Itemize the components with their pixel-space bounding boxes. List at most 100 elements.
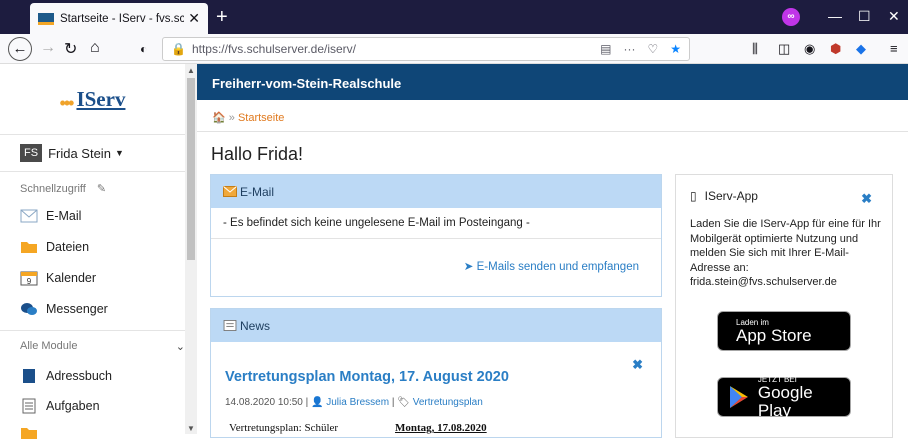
lock-icon: 🔒 [171,42,186,56]
url-text: https://fvs.schulserver.de/iserv/ [191,42,357,56]
tasks-icon [22,398,36,414]
scrollbar-thumb[interactable] [187,78,195,260]
sidebar: ••• IServ ▲ ▼ FS Frida Stein ▼ Schnellzu… [0,64,197,439]
news-panel-title: News [240,318,271,333]
sidebar-item-label: Adressbuch [46,369,113,383]
email-panel: E-Mail - Es befindet sich keine ungelese… [210,174,662,297]
quick-access-label: Schnellzugriff [20,183,86,195]
sidebar-item-files[interactable]: Dateien [20,239,89,255]
pocket-icon[interactable]: ♡ [647,42,658,56]
pencil-icon[interactable]: ✎ [97,183,106,195]
home-icon[interactable]: 🏠 [212,112,226,124]
app-store-button[interactable]: Laden im App Store [717,311,851,351]
url-bar[interactable]: 🔒 https://fvs.schulserver.de/iserv/ ▤ ··… [162,37,690,61]
sidebar-item-addressbook[interactable]: Adressbuch [20,368,112,384]
folder-icon [21,428,37,439]
library-icon[interactable]: ⫼ [752,41,758,57]
svg-text:9: 9 [27,277,32,286]
page-title: Hallo Frida! [211,144,304,164]
email-panel-title: E-Mail [240,184,275,199]
browser-toolbar: ← → ↻ ⌂ ◐ 🔒 https://fvs.schulserver.de/i… [0,34,908,64]
paper-plane-icon: ➤ [463,261,474,273]
app-store-main: App Store [736,325,812,345]
sidebar-item-tasks[interactable]: Aufgaben [20,398,100,414]
google-play-main: Google Play [757,382,813,420]
scroll-up-icon[interactable]: ▲ [187,66,195,75]
google-play-icon [729,386,748,408]
iserv-favicon-icon [38,12,54,25]
sidebar-item-calendar[interactable]: 9 Kalender [20,270,96,286]
email-status: - Es befindet sich keine ungelesene E-Ma… [211,208,661,239]
new-tab-icon[interactable]: + [216,6,228,29]
forward-icon[interactable]: → [40,39,56,57]
news-author[interactable]: Julia Bressem [326,397,389,408]
close-app-panel-icon[interactable]: ✖ [861,191,872,207]
sidebar-item-partial[interactable] [20,426,46,442]
divider [0,330,185,331]
folder-icon [21,242,37,253]
sidebar-item-label: Aufgaben [46,399,100,413]
iserv-logo[interactable]: ••• IServ [0,64,185,134]
mail-icon [20,209,38,223]
user-menu[interactable]: FS Frida Stein ▼ [0,134,185,172]
sidebar-item-label: Messenger [46,302,108,316]
page: ••• IServ ▲ ▼ FS Frida Stein ▼ Schnellzu… [0,64,908,439]
tab-title: Startseite - IServ - fvs.schulserver [60,12,185,25]
home-icon[interactable]: ⌂ [90,39,100,57]
scroll-down-icon[interactable]: ▼ [187,424,195,433]
app-panel-header: ▯ IServ-App [690,189,758,203]
news-category[interactable]: Vertretungsplan [413,397,483,408]
browser-titlebar: Startseite - IServ - fvs.schulserver ✕ +… [0,0,908,34]
caret-down-icon: ▼ [114,148,124,158]
minimize-icon[interactable]: — [828,8,842,24]
reload-icon[interactable]: ↻ [64,39,77,59]
sidebar-toggle-icon[interactable]: ◫ [778,41,790,57]
sidebar-item-label: Dateien [46,240,90,254]
news-date: 14.08.2020 10:50 [225,397,303,408]
app-panel-text: Laden Sie die IServ-App für eine für Ihr… [690,218,881,288]
breadcrumb-startseite[interactable]: Startseite [238,112,284,124]
tag-icon: 🏷 [397,397,410,408]
news-panel: News ✖ Vertretungsplan Montag, 17. Augus… [210,308,662,438]
mobile-phone-icon: ▯ [690,189,697,203]
envelope-icon [223,186,237,197]
send-receive-email-link[interactable]: ➤ E-Mails senden und empfangen [464,259,639,273]
page-actions-icon[interactable]: ··· [623,42,635,56]
calendar-icon: 9 [20,271,38,286]
menu-icon[interactable]: ≡ [890,41,898,56]
back-icon[interactable]: ← [8,37,32,61]
iserv-app-panel: ▯ IServ-App ✖ Laden Sie die IServ-App fü… [675,174,893,438]
news-panel-header: News [211,309,661,342]
browser-tab[interactable]: Startseite - IServ - fvs.schulserver ✕ [30,3,208,34]
close-window-icon[interactable]: ✕ [888,8,900,25]
ublock-icon[interactable]: ⬢ [830,41,841,57]
logo-text: IServ [76,86,126,111]
avatar: FS [20,144,43,162]
shield-icon[interactable]: ◐ [140,42,147,56]
account-icon[interactable]: ◉ [804,41,815,57]
private-browsing-icon: ∞ [782,8,800,26]
sidebar-scrollbar[interactable]: ▲ ▼ [185,64,197,434]
google-play-button[interactable]: JETZT BEI Google Play [717,375,851,420]
breadcrumb: 🏠 » Startseite [197,100,908,132]
bookmark-star-icon[interactable]: ★ [670,42,681,56]
school-header: Freiherr-vom-Stein-Realschule [197,64,908,100]
sidebar-item-messenger[interactable]: Messenger [20,301,108,317]
addressbook-icon [23,369,35,383]
maximize-icon[interactable]: ☐ [858,8,871,25]
sidebar-item-email[interactable]: E-Mail [20,208,81,224]
sidebar-item-label: Kalender [46,271,97,285]
news-item-title[interactable]: Vertretungsplan Montag, 17. August 2020 [225,369,509,385]
newspaper-icon [223,320,237,331]
close-news-icon[interactable]: ✖ [632,357,643,373]
extension-icon[interactable]: ◆ [856,41,866,57]
main-content: Hallo Frida! E-Mail - Es befindet sich k… [197,132,908,438]
chevron-down-icon: ⌄ [175,341,185,353]
all-modules-header[interactable]: Alle Module ⌄ [20,340,185,353]
email-link-label: E-Mails senden und empfangen [476,261,639,273]
logo-dots-icon: ••• [59,92,75,113]
reader-view-icon[interactable]: ▤ [600,42,611,56]
user-name: Frida Stein [48,145,111,161]
close-tab-icon[interactable]: ✕ [188,10,200,27]
news-preview-date: Montag, 17.08.2020 [395,422,487,434]
